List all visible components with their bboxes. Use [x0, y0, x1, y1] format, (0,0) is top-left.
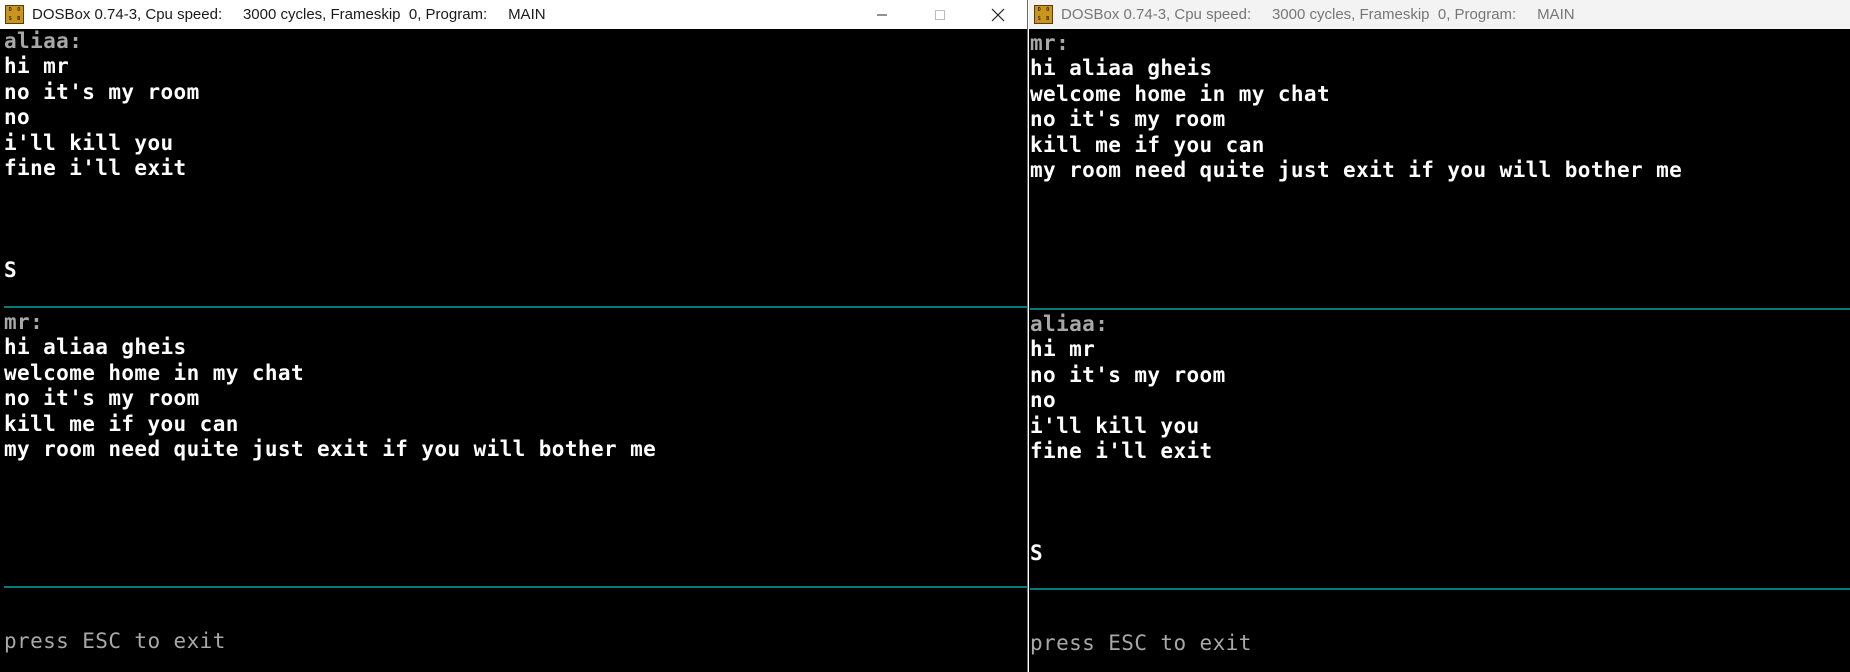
bottom-pane-label: aliaa:: [1030, 312, 1109, 336]
maximize-button[interactable]: [911, 0, 969, 29]
chat-line: i'll kill you: [4, 131, 174, 155]
pane-divider: [4, 306, 1027, 308]
chat-line: my room need quite just exit if you will…: [4, 437, 657, 461]
chat-line: no: [4, 105, 31, 129]
window-title: DOSBox 0.74-3, Cpu speed: 3000 cycles, F…: [32, 6, 546, 23]
chat-line: no it's my room: [4, 386, 200, 410]
footer-hint: press ESC to exit: [1030, 631, 1252, 655]
chat-line: no it's my room: [1030, 363, 1226, 387]
dos-screen[interactable]: aliaa: hi mr no it's my room no i'll kil…: [4, 29, 1027, 672]
window-controls: [853, 0, 1027, 29]
title-app: DOSBox 0.74-3, Cpu speed:: [1061, 6, 1252, 23]
bottom-pane-label: mr:: [4, 310, 44, 334]
chat-line: kill me if you can: [1030, 133, 1265, 157]
chat-line: hi aliaa gheis: [1030, 56, 1213, 80]
chat-line: fine i'll exit: [4, 156, 187, 180]
chat-line: welcome home in my chat: [4, 361, 304, 385]
pane-divider: [1030, 588, 1850, 590]
minimize-button[interactable]: [853, 0, 911, 29]
chat-line: i'll kill you: [1030, 414, 1200, 438]
title-program: MAIN: [1537, 6, 1575, 23]
maximize-icon: [935, 9, 945, 20]
input-cursor-line: S: [4, 258, 18, 282]
dosbox-icon: DOSB: [5, 5, 24, 24]
close-button[interactable]: [969, 0, 1027, 29]
chat-line: no it's my room: [4, 80, 200, 104]
title-app: DOSBox 0.74-3, Cpu speed:: [32, 6, 223, 23]
title-bar[interactable]: DOSB DOSBox 0.74-3, Cpu speed: 3000 cycl…: [0, 0, 1027, 29]
chat-line: no it's my room: [1030, 107, 1226, 131]
chat-line: my room need quite just exit if you will…: [1030, 158, 1683, 182]
chat-line: hi aliaa gheis: [4, 335, 187, 359]
pane-divider: [1030, 308, 1850, 310]
chat-line: no: [1030, 388, 1057, 412]
chat-line: kill me if you can: [4, 412, 239, 436]
minimize-icon: [877, 14, 887, 15]
chat-line: welcome home in my chat: [1030, 82, 1330, 106]
dos-screen[interactable]: mr: hi aliaa gheis welcome home in my ch…: [1030, 31, 1850, 672]
title-cycles: 3000 cycles, Frameskip 0, Program:: [1271, 6, 1517, 23]
footer-hint: press ESC to exit: [4, 629, 226, 653]
dosbox-icon: DOSB: [1034, 5, 1053, 24]
top-pane-label: aliaa:: [4, 29, 83, 53]
pane-divider: [4, 586, 1027, 588]
input-cursor-line: S: [1030, 541, 1044, 565]
top-pane-label: mr:: [1030, 31, 1070, 55]
dosbox-window-left[interactable]: DOSB DOSBox 0.74-3, Cpu speed: 3000 cycl…: [0, 0, 1028, 672]
chat-line: fine i'll exit: [1030, 439, 1213, 463]
close-icon: [991, 8, 1005, 21]
chat-line: hi mr: [4, 54, 70, 78]
title-program: MAIN: [508, 6, 546, 23]
title-bar[interactable]: DOSB DOSBox 0.74-3, Cpu speed: 3000 cycl…: [1029, 0, 1850, 29]
window-title: DOSBox 0.74-3, Cpu speed: 3000 cycles, F…: [1061, 6, 1575, 23]
title-cycles: 3000 cycles, Frameskip 0, Program:: [242, 6, 488, 23]
chat-line: hi mr: [1030, 337, 1096, 361]
dosbox-window-right[interactable]: DOSB DOSBox 0.74-3, Cpu speed: 3000 cycl…: [1029, 0, 1850, 672]
